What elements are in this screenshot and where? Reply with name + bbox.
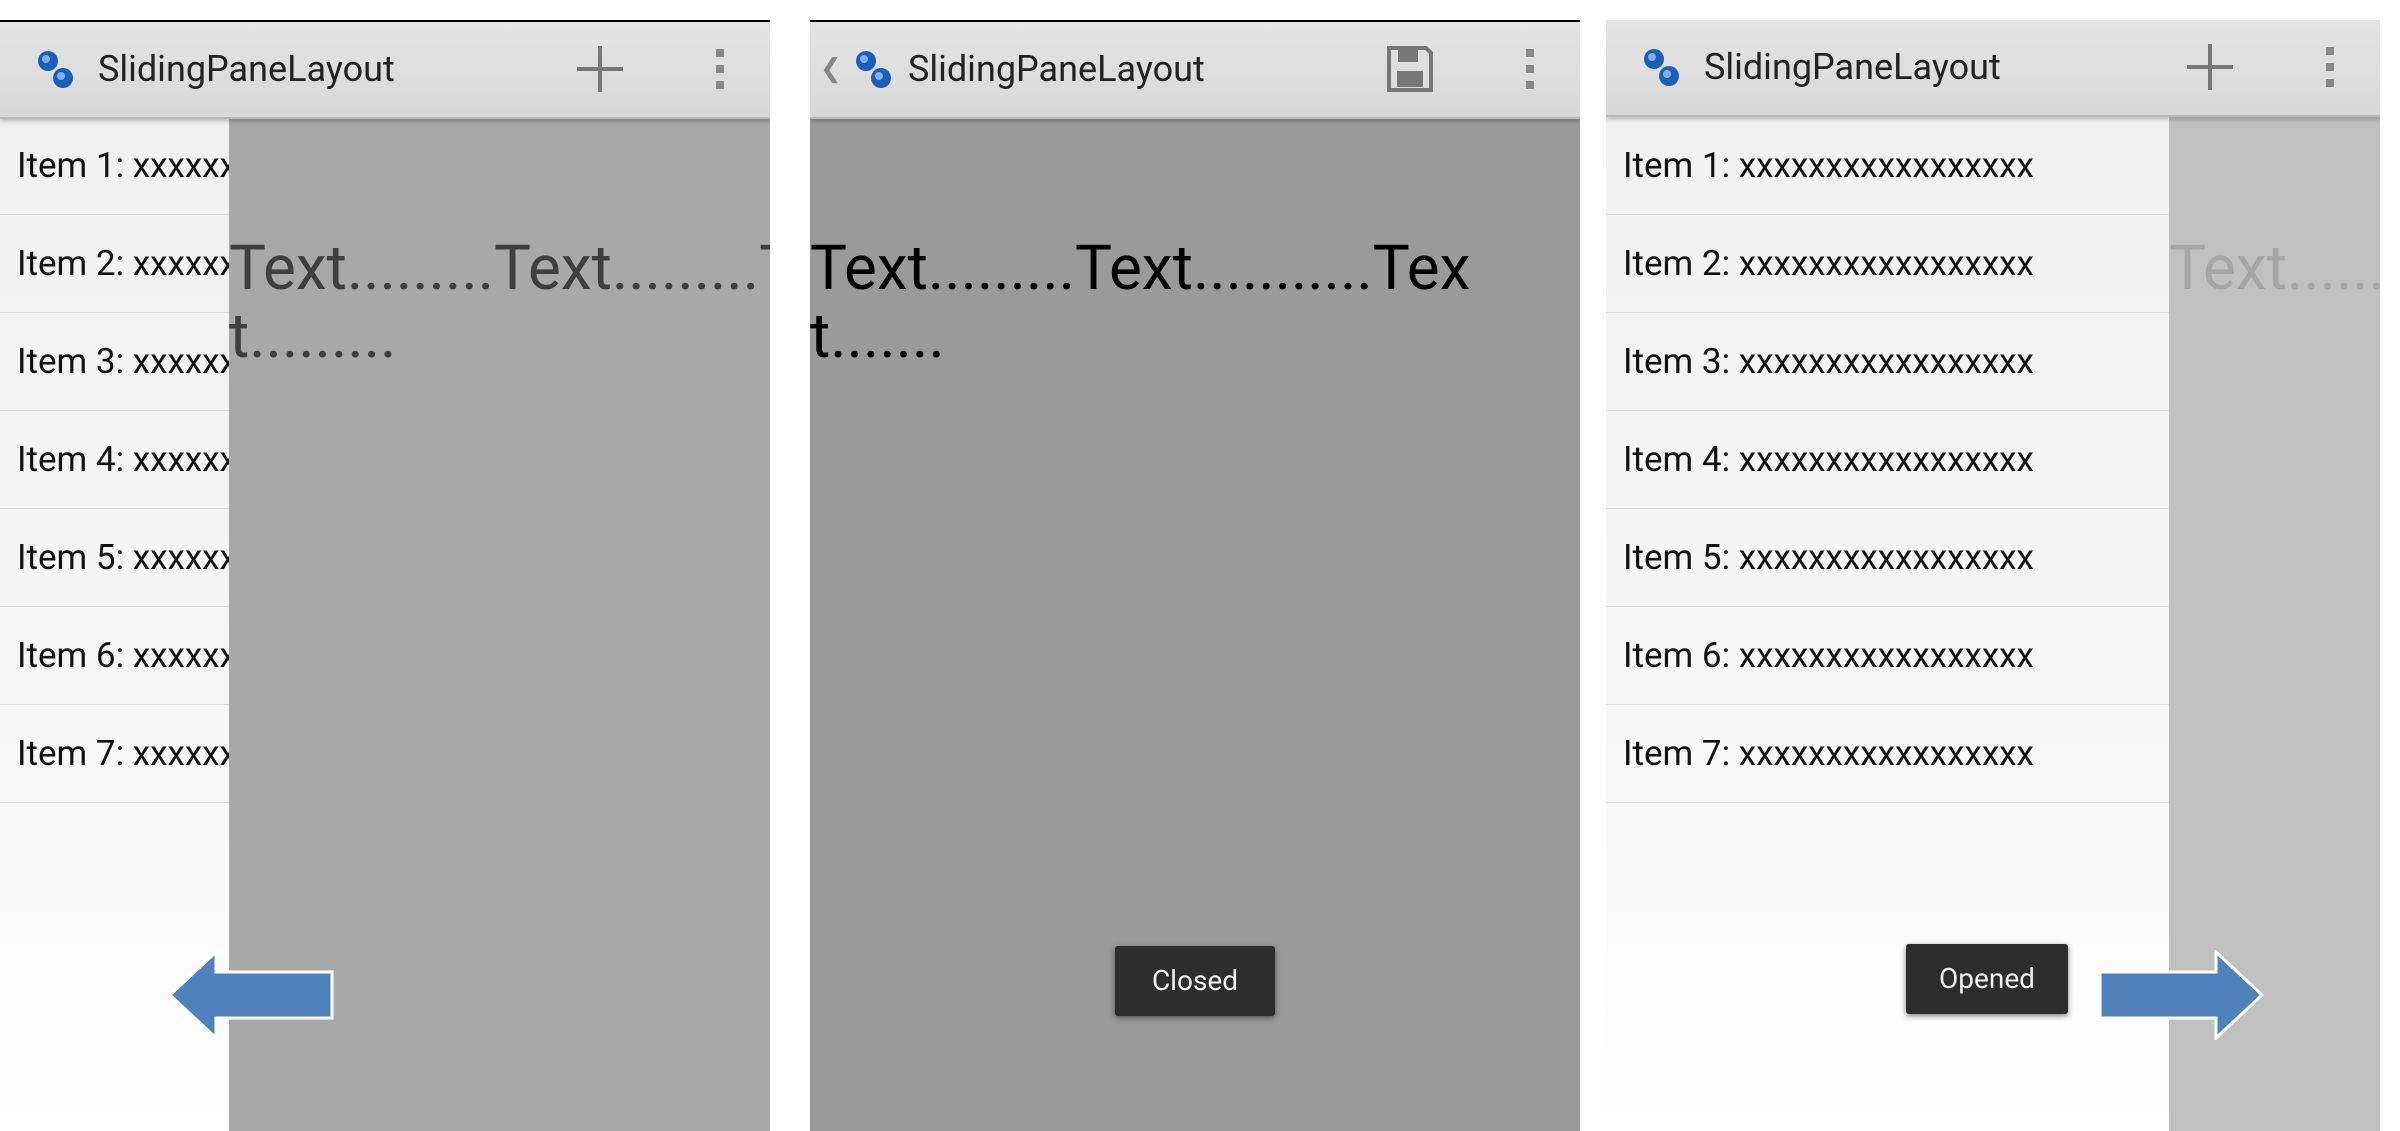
toast: Opened: [1906, 944, 2068, 1014]
left-arrow-icon: [168, 950, 334, 1040]
action-bar-title: SlidingPaneLayout: [1704, 46, 2001, 88]
up-caret-icon[interactable]: ❮: [820, 56, 842, 82]
save-icon[interactable]: [1375, 34, 1445, 104]
screen-closed: ❮ SlidingPaneLayout Text.........Text...…: [810, 0, 1580, 1131]
action-bar: ❮ SlidingPaneLayout: [810, 22, 1580, 119]
app-icon[interactable]: [1636, 42, 1688, 94]
action-bar-title: SlidingPaneLayout: [908, 48, 1205, 90]
plus-icon[interactable]: [565, 34, 635, 104]
pane-text: Text.......: [2169, 232, 2380, 305]
action-bar: SlidingPaneLayout: [1606, 20, 2380, 117]
pane-text: Text.........Text.........Text.........: [229, 232, 770, 374]
plus-icon[interactable]: [2175, 32, 2245, 102]
overflow-menu-icon[interactable]: [2310, 32, 2350, 102]
app-icon[interactable]: [30, 44, 82, 96]
right-arrow-icon: [2098, 950, 2264, 1040]
overflow-menu-icon[interactable]: [700, 34, 740, 104]
overflow-menu-icon[interactable]: [1510, 34, 1550, 104]
screen-sliding: SlidingPaneLayout Item 1: xxxxxxxxxxxxxx…: [0, 0, 770, 1131]
action-bar-title: SlidingPaneLayout: [98, 48, 395, 90]
action-bar: SlidingPaneLayout: [0, 22, 770, 119]
screen-opened: SlidingPaneLayout Item 1: xxxxxxxxxxxxxx…: [1606, 0, 2380, 1131]
pane-text: Text.........Text...........Text.......: [810, 232, 1471, 374]
toast: Closed: [1115, 946, 1275, 1016]
app-icon[interactable]: [848, 44, 900, 96]
